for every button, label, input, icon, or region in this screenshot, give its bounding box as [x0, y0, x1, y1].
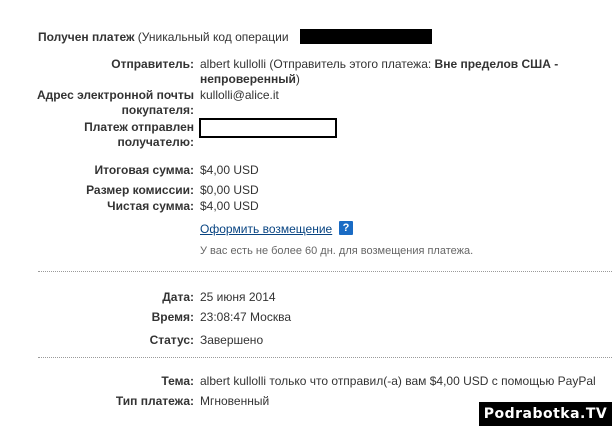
fee-label: Размер комиссии: — [86, 183, 194, 197]
sender-name: albert kullolli — [200, 57, 267, 71]
payment-type-value: Мгновенный — [200, 394, 270, 408]
sender-value-line2: непроверенный) — [200, 72, 300, 87]
sender-value: albert kullolli (Отправитель этого плате… — [200, 57, 558, 72]
subject-label: Тема: — [161, 374, 194, 388]
fee-value: $0,00 USD — [200, 183, 259, 197]
date-value: 25 июня 2014 — [200, 290, 276, 304]
redacted-recipient — [199, 118, 337, 138]
watermark-logo: Podrabotka.TV — [479, 402, 612, 426]
refund-note: У вас есть не более 60 дн. для возмещени… — [200, 245, 474, 257]
status-value: Завершено — [200, 333, 264, 347]
status-label: Статус: — [149, 333, 194, 347]
recipient-label-2: получателю: — [117, 135, 194, 149]
divider-1 — [38, 271, 612, 272]
divider-2 — [38, 357, 612, 358]
time-label: Время: — [151, 310, 194, 324]
subject-value: albert kullolli только что отправил(-а) … — [200, 374, 596, 388]
buyer-email: kullolli@alice.it — [200, 88, 279, 102]
refund-link[interactable]: Оформить возмещение — [200, 222, 332, 237]
net-label: Чистая сумма: — [107, 199, 194, 213]
sender-status: Вне пределов США - — [434, 57, 559, 71]
redacted-transaction-id — [300, 29, 432, 44]
buyer-email-label-1: Адрес электронной почты — [36, 88, 194, 102]
buyer-email-label-2: покупателя: — [121, 103, 194, 117]
page-title: Получен платеж (Уникальный код операции — [38, 30, 289, 45]
net-value: $4,00 USD — [200, 199, 259, 213]
sender-status-2: непроверенный — [200, 72, 296, 86]
total-label: Итоговая сумма: — [94, 163, 194, 177]
time-value: 23:08:47 Москва — [200, 310, 292, 324]
sender-label: Отправитель: — [111, 57, 194, 71]
total-value: $4,00 USD — [200, 163, 259, 177]
payment-type-label: Тип платежа: — [115, 394, 194, 408]
sender-note-suffix: ) — [295, 72, 300, 86]
sender-note-prefix: (Отправитель этого платежа: — [266, 57, 435, 71]
title-bold: Получен платеж — [38, 30, 135, 44]
date-label: Дата: — [162, 290, 194, 304]
help-icon[interactable]: ? — [339, 221, 353, 235]
title-rest: (Уникальный код операции — [134, 30, 289, 44]
recipient-label-1: Платеж отправлен — [84, 120, 194, 134]
